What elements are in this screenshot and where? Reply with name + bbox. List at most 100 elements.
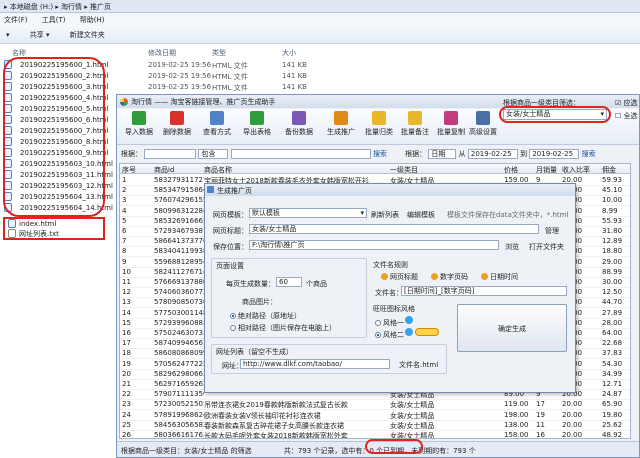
annotation-ellipse-total — [365, 439, 423, 454]
page-title-value: 女装/女士精品 — [252, 225, 297, 233]
explorer-address-bar[interactable]: ▸ 本地磁盘 (H:) ▸ 淘行情 ▸ 推广页 — [0, 0, 640, 13]
toolbar-button-2[interactable]: 删除数据 — [157, 110, 197, 143]
generate-button[interactable]: 确定生成 — [457, 304, 567, 352]
table-cell: 8.99 — [602, 206, 618, 215]
template-select[interactable]: 默认模板 ▾ — [249, 208, 367, 218]
wangwang-icon — [405, 316, 413, 324]
radio-icon — [375, 320, 381, 326]
page-title-input[interactable]: 女装/女士精品 — [249, 224, 539, 234]
rule-title-button[interactable]: 网页标题 — [381, 272, 418, 282]
grid-col-header[interactable]: 月销量 — [536, 165, 557, 175]
toolbar-button-3[interactable]: 查看方式 — [197, 110, 237, 143]
table-cell: 559688128954 — [154, 257, 204, 266]
table-cell: 23 — [122, 400, 131, 409]
field-select[interactable] — [144, 149, 197, 159]
add-icon — [431, 273, 438, 280]
keyword-input[interactable] — [230, 149, 371, 159]
table-cell: 577503001148 — [154, 308, 204, 317]
toolbar-button-4[interactable]: 导出表格 — [237, 110, 277, 143]
file-row-urllist[interactable]: 网址列表.txt — [8, 229, 104, 240]
toolbar-button-6[interactable]: 生成推广 — [321, 110, 361, 143]
grid-header: 序号 商品id 商品名称 一级类目 价格 月销量 收入比率 佣金 — [120, 164, 630, 175]
col-type[interactable]: 类型 — [212, 48, 226, 58]
toolbar-label: 批量备注 — [401, 128, 429, 136]
col-date[interactable]: 修改日期 — [148, 48, 176, 58]
table-cell: 572934679387 — [154, 227, 204, 235]
to-date-input[interactable]: 2019-02-25 — [529, 149, 580, 159]
per-page-value: 60 — [279, 278, 288, 286]
save-path-input[interactable]: F:\淘行情\推广页 — [249, 240, 499, 250]
table-cell: 64.00 — [602, 329, 623, 337]
menu-file[interactable]: 文件(F) — [4, 16, 28, 24]
file-size: 141 KB — [282, 83, 307, 91]
table-cell: 11 — [122, 278, 131, 286]
explorer-toolbar: ▾ 共享 ▾ 新建文件夹 — [0, 26, 640, 44]
dialog-title: 生成推广页 — [217, 187, 252, 195]
image-absolute-radio[interactable]: 绝对路径（原地址） — [230, 311, 301, 321]
toolbar-button-8[interactable]: 批量备注 — [395, 110, 435, 143]
annotation-ellipse-files — [3, 57, 105, 217]
url-input[interactable]: http://www.dlkf.com/taobao/ — [240, 359, 390, 369]
dialog-icon — [207, 186, 214, 193]
refresh-list-link[interactable]: 刷新列表 — [371, 210, 399, 220]
menu-tools[interactable]: 工具(T) — [42, 16, 66, 24]
toolbar-label: 生成推广 — [327, 128, 355, 136]
table-cell: 12.71 — [602, 380, 623, 388]
table-cell: 586641373776 — [154, 237, 204, 246]
filename-rule-label: 文件名规则 — [373, 261, 408, 269]
menu-help[interactable]: 帮助(H) — [80, 16, 105, 24]
op-value: 包含 — [201, 150, 216, 158]
toolbar-button-5[interactable]: 备份数据 — [279, 110, 319, 143]
rule-page-button[interactable]: 数字页码 — [431, 272, 468, 282]
style1-radio[interactable]: 风格一 — [375, 318, 404, 328]
breadcrumb[interactable]: ▸ 本地磁盘 (H:) ▸ 淘行情 ▸ 推广页 — [4, 3, 111, 11]
image-relative-label: 相对路径（图片保存在电脑上） — [238, 324, 336, 332]
dialog-titlebar: 生成推广页 — [205, 184, 575, 196]
per-page-stepper[interactable]: 60 — [276, 277, 302, 287]
toolbar-button-1[interactable]: 导入数据 — [119, 110, 159, 143]
manage-link[interactable]: 管理 — [545, 226, 559, 236]
html-file-icon — [8, 219, 16, 228]
grid-col-header[interactable]: 一级类目 — [390, 165, 418, 175]
date-field-select[interactable]: 日期 — [428, 149, 457, 159]
table-row[interactable]: 26 580366161763 长款大码毛呢外套女装2018新款韩版宽松外套 女装/女… — [120, 430, 630, 439]
toolbar-button-10[interactable]: 高级设置 — [463, 110, 503, 143]
search-button[interactable]: 搜索 — [373, 150, 387, 158]
table-cell: 24.87 — [602, 390, 623, 399]
table-cell: 11 — [536, 420, 545, 429]
grid-col-header[interactable]: 收入比率 — [562, 165, 590, 175]
grid-col-header[interactable]: 序号 — [122, 165, 136, 175]
browse-button[interactable]: 浏览 — [505, 242, 519, 252]
grid-col-header[interactable]: 商品名称 — [204, 165, 232, 175]
table-cell: 18.80 — [602, 247, 623, 256]
organize-button[interactable]: ▾ — [6, 31, 10, 39]
edit-template-link[interactable]: 编辑模板 — [407, 210, 435, 220]
table-cell: 20.00 — [562, 400, 583, 409]
col-size[interactable]: 大小 — [282, 48, 296, 58]
table-cell: 88.99 — [602, 267, 623, 276]
apply-checkbox[interactable]: ☑ 应选 — [615, 98, 638, 108]
toolbar-icon — [408, 111, 422, 125]
grid-col-header[interactable]: 佣金 — [602, 165, 616, 175]
image-relative-radio[interactable]: 相对路径（图片保存在电脑上） — [230, 323, 336, 333]
all-checkbox[interactable]: ☐ 全选 — [615, 111, 638, 121]
style2-radio[interactable]: 风格二 — [375, 330, 404, 340]
table-cell: 22 — [122, 390, 131, 399]
open-folder-button[interactable]: 打开文件夹 — [529, 242, 564, 252]
add-icon — [481, 273, 488, 280]
filename-input[interactable]: [日期时间]_[数字页码] — [401, 286, 567, 296]
date-search-button[interactable]: 搜索 — [582, 150, 596, 158]
new-folder-button[interactable]: 新建文件夹 — [70, 31, 105, 39]
table-cell: 30.00 — [602, 278, 623, 286]
table-cell: 女装/女士精品 — [390, 432, 435, 439]
toolbar-button-7[interactable]: 批量归类 — [359, 110, 399, 143]
generate-label: 确定生成 — [498, 325, 526, 333]
wangwang-icon — [405, 328, 413, 336]
grid-col-header[interactable]: 商品id — [154, 165, 174, 175]
toolbar-label: 导出表格 — [243, 128, 271, 136]
share-button[interactable]: 共享 ▾ — [30, 31, 50, 39]
grid-col-header[interactable]: 价格 — [504, 165, 518, 175]
op-select[interactable]: 包含 — [198, 149, 229, 159]
from-date-input[interactable]: 2019-02-25 — [467, 149, 518, 159]
rule-date-button[interactable]: 日期时间 — [481, 272, 518, 282]
